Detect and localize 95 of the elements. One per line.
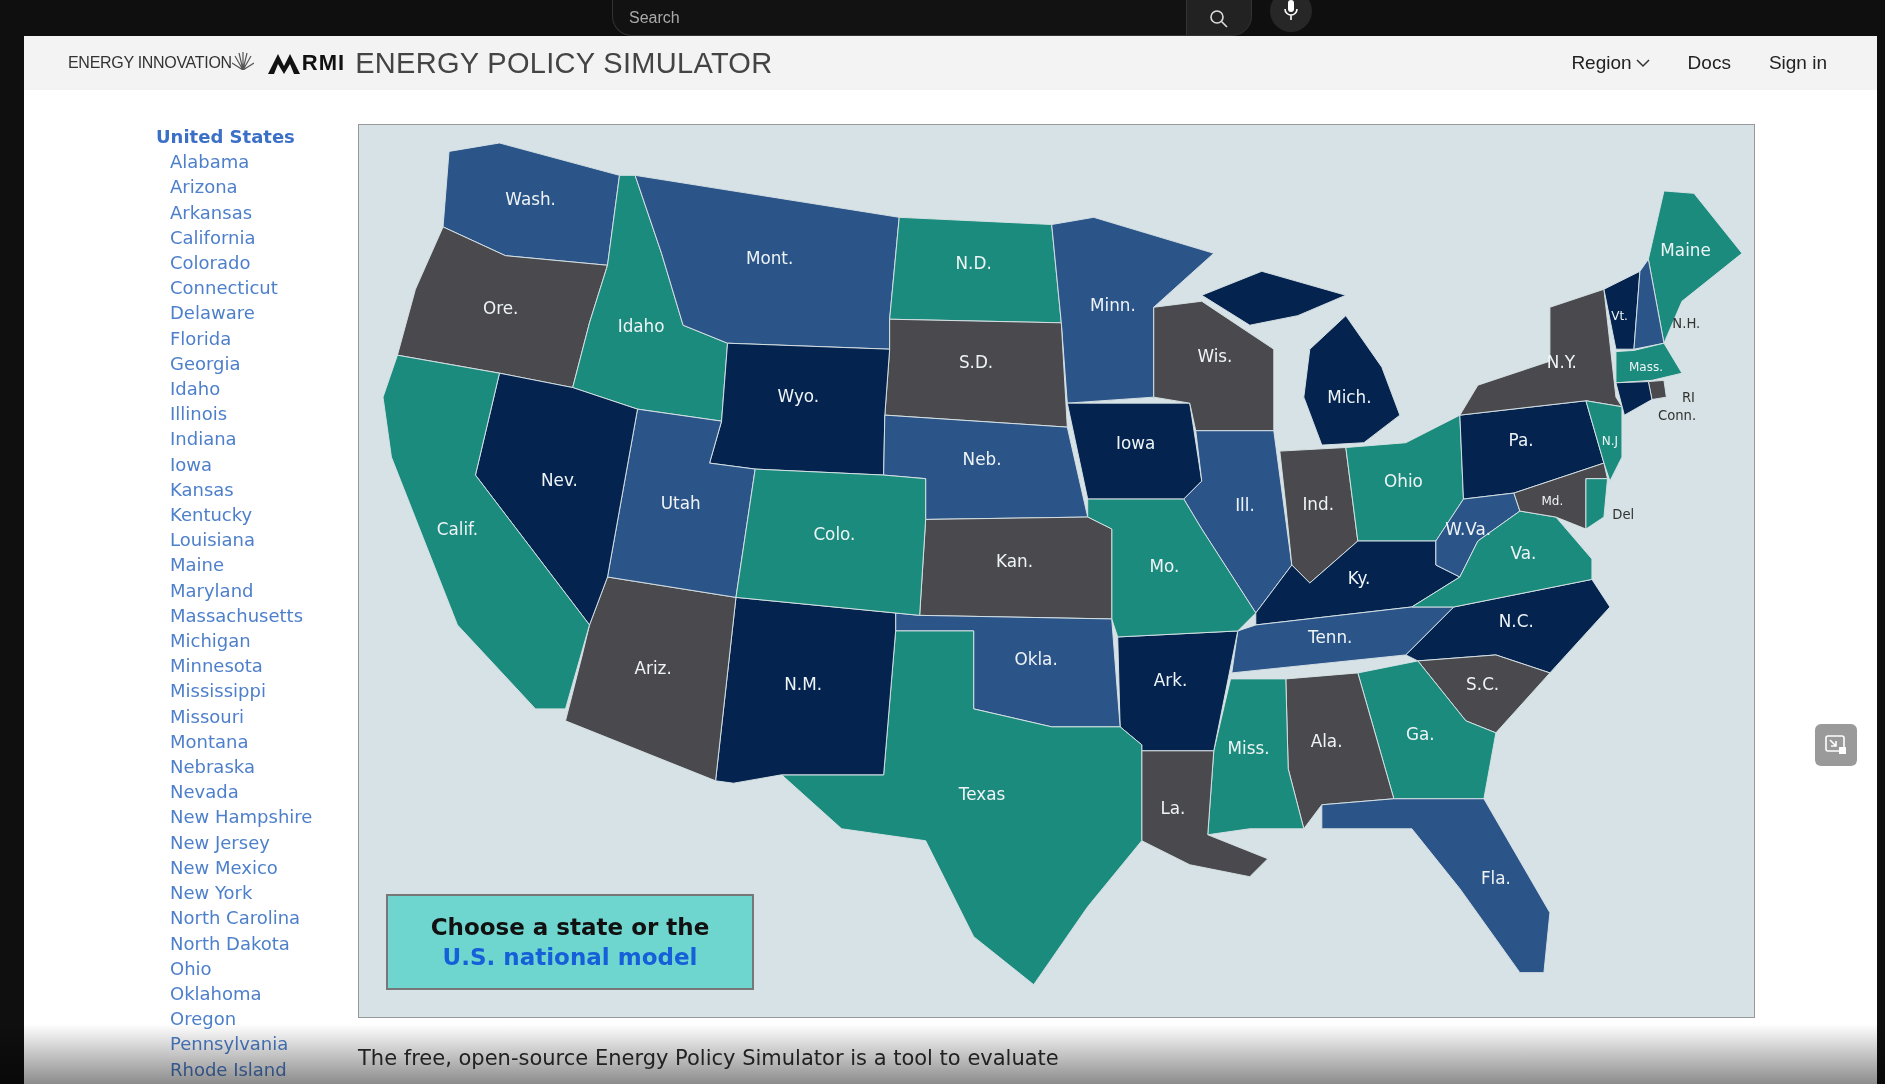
state-link[interactable]: Illinois	[156, 401, 358, 427]
state-link[interactable]: Kansas	[156, 476, 358, 503]
state-label: Mont.	[745, 248, 794, 269]
state-link[interactable]: Arkansas	[156, 199, 358, 225]
state-label: Ind.	[1302, 493, 1335, 514]
state-label: Nev.	[541, 469, 578, 490]
state-label: S.C.	[1466, 673, 1500, 694]
state-label: La.	[1160, 798, 1186, 819]
state-link[interactable]: Mississippi	[156, 678, 358, 704]
state-link[interactable]: Alabama	[156, 149, 358, 175]
state-link[interactable]: New Hampshire	[156, 804, 358, 830]
country-link[interactable]: United States	[156, 124, 358, 150]
state-label: Neb.	[962, 449, 1002, 470]
state-label: Texas	[958, 784, 1006, 804]
state-label: Miss.	[1227, 738, 1270, 759]
state-link[interactable]: Nebraska	[156, 754, 358, 780]
state-label: Kan.	[995, 551, 1033, 572]
state-link[interactable]: California	[156, 224, 358, 250]
state-link[interactable]: Indiana	[156, 426, 358, 452]
state-label: Va.	[1510, 543, 1537, 563]
region-dropdown[interactable]: Region	[1571, 52, 1650, 74]
state-link[interactable]: Minnesota	[156, 653, 358, 679]
state-label: N.H.	[1672, 315, 1701, 331]
state-link[interactable]: Delaware	[156, 300, 358, 326]
state-link[interactable]: Iowa	[156, 451, 358, 477]
nav-link[interactable]: Sign in	[1768, 52, 1827, 74]
state-label: Del	[1612, 507, 1635, 523]
state-label: Colo.	[813, 523, 856, 544]
state-link[interactable]: North Dakota	[156, 930, 358, 956]
state-link[interactable]: Georgia	[156, 350, 358, 377]
state-label: Okla.	[1014, 648, 1058, 669]
state-label: RI	[1681, 389, 1696, 405]
state-link[interactable]: Colorado	[156, 250, 358, 276]
app-title: ENERGY POLICY SIMULATOR	[355, 46, 773, 80]
state-label: Wash.	[505, 189, 556, 210]
state-link[interactable]: Louisiana	[156, 527, 358, 553]
state-label: Ohio	[1384, 471, 1423, 492]
state-label: Ky.	[1347, 568, 1371, 589]
logo-text: ENERGY INNOVATION	[68, 54, 232, 72]
state-label: Vt.	[1611, 309, 1628, 324]
state-label: Ark.	[1153, 670, 1188, 691]
intro-text: The free, open-source Energy Policy Simulator is a tool to evaluate	[358, 1046, 1060, 1070]
state-link[interactable]: Maryland	[156, 577, 358, 603]
state-link[interactable]: Oregon	[156, 1006, 358, 1032]
state-label: Mo.	[1149, 556, 1180, 577]
state-link[interactable]: Nevada	[156, 779, 358, 805]
state-link[interactable]: Kentucky	[156, 502, 358, 528]
state-label: Wis.	[1197, 346, 1233, 367]
state-link[interactable]: Pennsylvania	[156, 1031, 358, 1057]
state-link[interactable]: North Carolina	[156, 905, 358, 931]
state-label: Wyo.	[777, 385, 820, 406]
state-label: Iowa	[1116, 432, 1156, 453]
state-link[interactable]: Arizona	[156, 174, 358, 200]
state-link[interactable]: Missouri	[156, 703, 358, 729]
state-label: Idaho	[617, 316, 665, 337]
state-link[interactable]: Idaho	[156, 376, 358, 402]
state-link[interactable]: Massachusetts	[156, 602, 358, 629]
state-label: Ariz.	[634, 658, 672, 679]
state-label: N.C.	[1498, 611, 1534, 632]
state-label: W.Va.	[1445, 519, 1492, 540]
state-link[interactable]: Rhode Island	[156, 1056, 358, 1082]
state-label: Utah	[660, 492, 701, 513]
state-label: Calif.	[436, 519, 479, 540]
state-label: N.D.	[955, 252, 992, 273]
state-label: Ore.	[482, 298, 519, 319]
state-link[interactable]: Michigan	[156, 628, 358, 654]
state-label: Ill.	[1235, 495, 1255, 516]
state-label: Tenn.	[1308, 626, 1353, 647]
state-link[interactable]: New York	[156, 880, 358, 906]
state-link[interactable]: Florida	[156, 325, 358, 351]
state-link[interactable]: Maine	[156, 552, 358, 578]
state-link[interactable]: Montana	[156, 728, 358, 755]
state-label: Ala.	[1310, 731, 1343, 752]
state-link[interactable]: Connecticut	[156, 275, 358, 301]
state-label: Md.	[1541, 494, 1564, 509]
state-label: N.J	[1601, 434, 1619, 449]
state-label: Mich.	[1327, 387, 1372, 408]
brand-name: RMI	[301, 50, 346, 76]
search-field[interactable]: Search	[612, 0, 1186, 36]
state-label: Minn.	[1090, 294, 1136, 315]
state-link[interactable]: New Jersey	[156, 829, 358, 855]
state-label: Pa.	[1508, 430, 1534, 451]
state-link[interactable]: Oklahoma	[156, 980, 358, 1007]
state-label: Maine	[1660, 239, 1711, 260]
state-link[interactable]: New Mexico	[156, 854, 358, 881]
state-label: Mass.	[1628, 359, 1663, 374]
state-label: N.Y.	[1546, 352, 1577, 373]
state-link[interactable]: Ohio	[156, 955, 358, 981]
national-model-link[interactable]: U.S. national model	[442, 944, 698, 970]
state-label: N.M.	[784, 673, 823, 694]
state-label: Fla.	[1480, 867, 1511, 888]
callout-text: Choose a state or the	[430, 914, 710, 940]
state-label: Ga.	[1405, 724, 1435, 745]
state-label: Conn.	[1657, 407, 1697, 423]
nav-link[interactable]: Docs	[1687, 52, 1731, 74]
